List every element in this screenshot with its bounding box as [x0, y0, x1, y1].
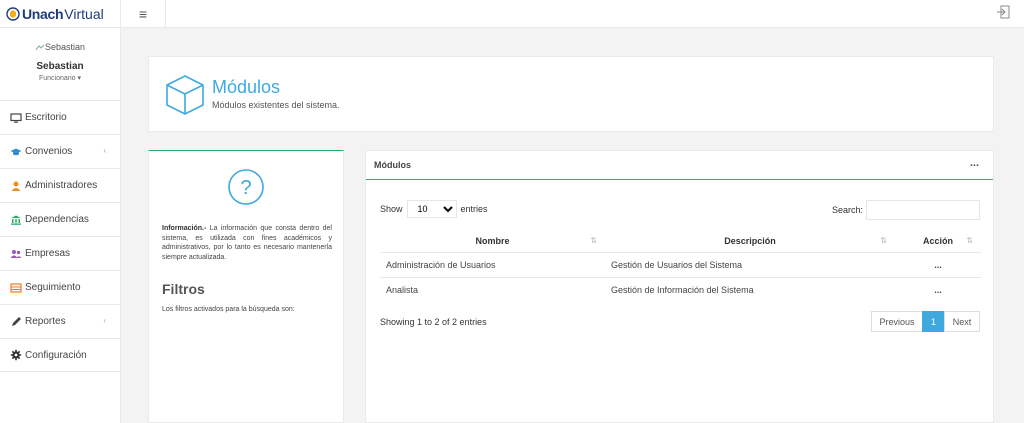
bank-icon: [11, 215, 21, 225]
menu-toggle-button[interactable]: ≡: [121, 0, 166, 28]
row-action-menu[interactable]: ...: [895, 252, 981, 278]
cell-nombre: Administración de Usuarios: [380, 252, 605, 278]
page-1-button[interactable]: 1: [922, 311, 945, 332]
info-text: Información.- La información que consta …: [162, 224, 332, 262]
table-row: Administración de Usuarios Gestión de Us…: [380, 252, 981, 278]
sidebar-item-dependencias[interactable]: Dependencias: [0, 202, 120, 236]
sidebar-item-label: Configuración: [25, 349, 87, 361]
column-label: Nombre: [475, 235, 510, 246]
modules-panel-header: Módulos ...: [366, 151, 993, 180]
column-header-descripcion[interactable]: Descripción ⇅: [605, 230, 895, 253]
sidebar-item-label: Administradores: [25, 180, 98, 191]
next-page-button[interactable]: Next: [944, 311, 980, 332]
question-circle-icon: ?: [228, 169, 264, 205]
user-name: Sebastian: [36, 61, 84, 72]
cell-descripcion: Gestión de Información del Sistema: [611, 284, 754, 295]
user-icon: [11, 181, 21, 191]
brand-light: Virtual: [64, 6, 104, 22]
sidebar-item-label: Seguimiento: [25, 282, 81, 293]
column-header-nombre[interactable]: Nombre ⇅: [380, 230, 605, 253]
column-header-accion[interactable]: Acción ⇅: [895, 230, 981, 253]
unach-logo-icon: [6, 7, 20, 21]
desktop-icon: [10, 112, 22, 123]
column-label: Acción: [922, 235, 953, 246]
sidebar-item-label: Empresas: [25, 248, 71, 259]
avatar: Sebastian: [0, 42, 120, 52]
modules-panel: Módulos ... Show 10 entries Search: Nomb…: [365, 150, 994, 423]
cube-icon: [166, 75, 204, 115]
chevron-left-icon: ‹: [103, 316, 106, 325]
page-subtitle: Módulos existentes del sistema.: [212, 100, 340, 110]
graduation-cap-icon: [10, 148, 22, 155]
table-row: Analista Gestión de Información del Sist…: [380, 277, 981, 302]
cell-nombre: Analista: [386, 284, 419, 295]
brand-logo[interactable]: Unach Virtual: [0, 0, 121, 28]
entries-select[interactable]: 10: [406, 200, 457, 218]
page-title: Módulos: [212, 77, 281, 97]
previous-page-button[interactable]: Previous: [871, 311, 923, 332]
show-label: Show: [380, 204, 403, 214]
pencil-icon: [12, 316, 21, 326]
chevron-left-icon: ‹: [103, 146, 106, 155]
sidebar-item-convenios[interactable]: Convenios ‹: [0, 134, 120, 168]
logout-icon[interactable]: [996, 5, 1010, 19]
sidebar-item-seguimiento[interactable]: Seguimiento: [0, 270, 120, 304]
cell-descripcion: Gestión de Usuarios del Sistema: [605, 252, 895, 278]
info-panel: ? Información.- La información que const…: [148, 150, 344, 423]
sidebar-item-configuracion[interactable]: Configuración: [0, 338, 120, 372]
sidebar-item-label: Convenios: [25, 146, 73, 157]
row-action-menu[interactable]: ...: [895, 277, 981, 302]
avatar-alt-text: Sebastian: [44, 42, 86, 52]
list-icon: [10, 282, 22, 293]
page-header: Módulos Módulos existentes del sistema.: [148, 56, 994, 132]
sidebar-item-label: Dependencias: [25, 214, 89, 225]
broken-image-icon: [35, 44, 45, 51]
info-lead: Información.-: [162, 225, 207, 232]
filters-title: Filtros: [162, 281, 205, 297]
entries-label: entries: [460, 204, 488, 214]
sidebar: Sebastian Sebastian Funcionario ▾ Escrit…: [0, 28, 121, 423]
table-info: Showing 1 to 2 of 2 entries: [380, 317, 487, 327]
filters-text: Los filtros activados para la búsqueda s…: [162, 306, 295, 313]
sort-asc-icon: ⇅: [590, 236, 597, 245]
user-profile: Sebastian Sebastian Funcionario ▾: [0, 28, 120, 100]
brand-bold: Unach: [22, 6, 64, 22]
search-label: Search:: [831, 205, 863, 215]
svg-text:?: ?: [240, 177, 251, 199]
sidebar-item-reportes[interactable]: Reportes ‹: [0, 304, 120, 338]
pagination: Previous 1 Next: [871, 311, 980, 332]
panel-menu-icon[interactable]: ...: [970, 157, 979, 169]
gear-icon: [10, 349, 22, 361]
modules-panel-title: Módulos: [374, 160, 411, 170]
users-icon: [10, 249, 22, 258]
search-input[interactable]: [866, 200, 980, 220]
column-label: Descripción: [724, 235, 776, 246]
sort-icon: ⇅: [966, 236, 973, 245]
modules-table: Nombre ⇅ Descripción ⇅ Acción ⇅ Administ…: [380, 230, 981, 302]
hamburger-icon: ≡: [138, 6, 148, 22]
user-role-dropdown[interactable]: Funcionario ▾: [0, 74, 120, 82]
sidebar-item-escritorio[interactable]: Escritorio: [0, 100, 120, 134]
sidebar-item-label: Escritorio: [25, 112, 67, 123]
search-control: Search:: [832, 200, 980, 220]
sidebar-item-empresas[interactable]: Empresas: [0, 236, 120, 270]
entries-length-control: Show 10 entries: [380, 200, 488, 218]
sidebar-item-administradores[interactable]: Administradores: [0, 168, 120, 202]
top-navbar: Unach Virtual ≡: [0, 0, 1024, 28]
sort-icon: ⇅: [880, 236, 887, 245]
sidebar-item-label: Reportes: [25, 316, 66, 327]
